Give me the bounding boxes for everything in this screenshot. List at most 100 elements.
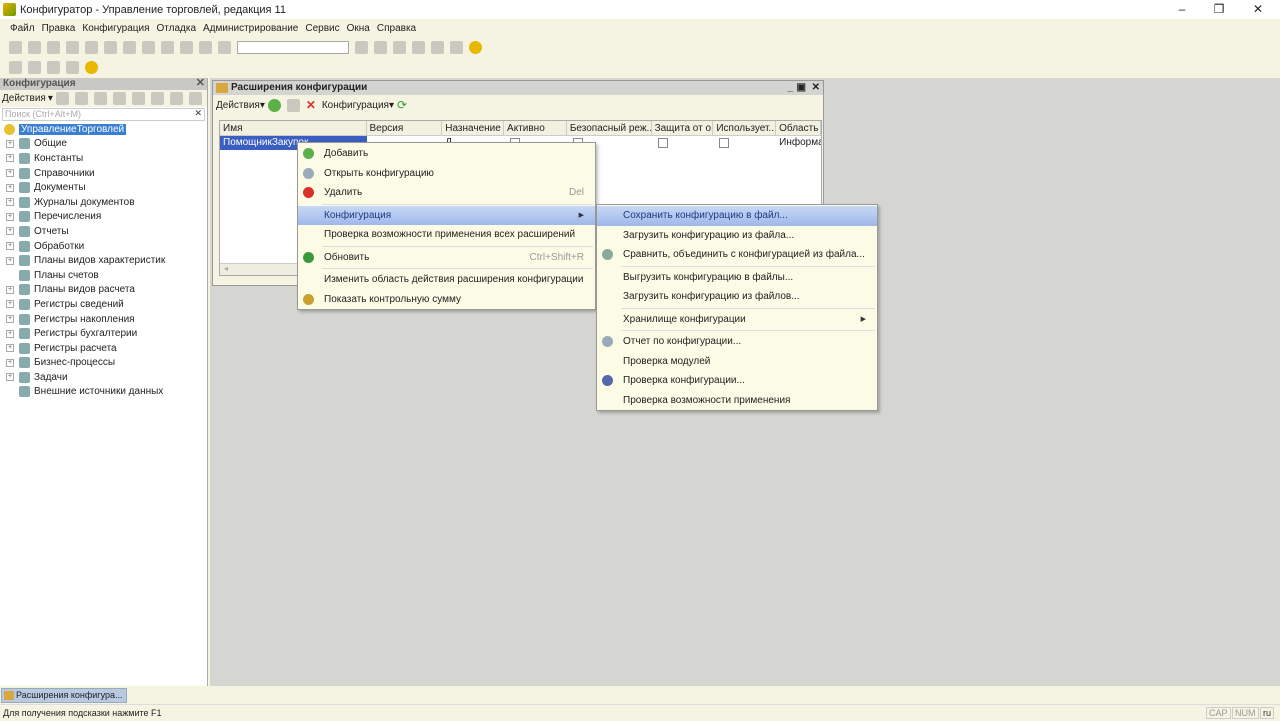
- maximize-button[interactable]: ❐: [1199, 0, 1239, 19]
- menu-item[interactable]: Загрузить конфигурацию из файла...: [597, 226, 877, 246]
- menu-item[interactable]: Показать контрольную сумму: [298, 290, 595, 310]
- expand-icon[interactable]: +: [6, 256, 14, 265]
- menu-2[interactable]: Конфигурация: [82, 23, 149, 34]
- menu-item[interactable]: Отчет по конфигурации...: [597, 332, 877, 352]
- close-panel-icon[interactable]: ✕: [196, 77, 205, 89]
- tree-item[interactable]: + Задачи: [0, 370, 207, 385]
- search-combo[interactable]: [237, 41, 349, 54]
- copy-icon[interactable]: [93, 92, 107, 105]
- search-input[interactable]: Поиск (Ctrl+Alt+M) ✕: [2, 108, 205, 121]
- open-icon[interactable]: [286, 98, 300, 112]
- clear-search-icon[interactable]: ✕: [194, 108, 202, 119]
- expand-icon[interactable]: +: [6, 315, 14, 324]
- actions-menu[interactable]: Действия: [2, 93, 46, 104]
- tree-item[interactable]: + Регистры накопления: [0, 312, 207, 327]
- expand-icon[interactable]: +: [6, 358, 14, 367]
- run-debug-icon[interactable]: [85, 61, 98, 74]
- save-icon[interactable]: [47, 41, 60, 54]
- copy-icon[interactable]: [85, 41, 98, 54]
- menu-item[interactable]: Хранилище конфигурации ▶: [597, 310, 877, 330]
- expand-icon[interactable]: +: [6, 169, 14, 178]
- update-db-icon[interactable]: [47, 61, 60, 74]
- expand-icon[interactable]: +: [6, 344, 14, 353]
- column-header[interactable]: Защита от о...: [652, 121, 714, 135]
- tree-item[interactable]: + Отчеты: [0, 224, 207, 239]
- open-icon[interactable]: [28, 41, 41, 54]
- tree-item[interactable]: + Справочники: [0, 166, 207, 181]
- tree-item[interactable]: + Регистры расчета: [0, 341, 207, 356]
- move-down-icon[interactable]: [150, 92, 164, 105]
- cut-icon[interactable]: [66, 41, 79, 54]
- find-next-icon[interactable]: [355, 41, 368, 54]
- menu-6[interactable]: Окна: [347, 23, 370, 34]
- menu-1[interactable]: Правка: [42, 23, 76, 34]
- add-icon[interactable]: [55, 92, 69, 105]
- column-header[interactable]: Версия: [367, 121, 443, 135]
- menu-item[interactable]: Выгрузить конфигурацию в файлы...: [597, 268, 877, 288]
- tree-item[interactable]: Планы счетов: [0, 268, 207, 283]
- menu-0[interactable]: Файл: [10, 23, 35, 34]
- help-search-icon[interactable]: [431, 41, 444, 54]
- minimize-button[interactable]: –: [1162, 0, 1202, 19]
- taskbar-item-extensions[interactable]: Расширения конфигура...: [1, 688, 127, 703]
- language-indicator[interactable]: ru: [1260, 707, 1275, 719]
- tree-item[interactable]: + Регистры бухгалтерии: [0, 326, 207, 341]
- properties-icon[interactable]: [66, 61, 79, 74]
- menu-item[interactable]: Сравнить, объединить с конфигурацией из …: [597, 245, 877, 265]
- move-up-icon[interactable]: [131, 92, 145, 105]
- add-icon[interactable]: [267, 98, 281, 112]
- tree-item[interactable]: + Обработки: [0, 239, 207, 254]
- tree-item[interactable]: + Константы: [0, 151, 207, 166]
- expand-icon[interactable]: +: [6, 139, 14, 148]
- tree-item[interactable]: + Перечисления: [0, 210, 207, 225]
- menu-item[interactable]: Загрузить конфигурацию из файлов...: [597, 287, 877, 307]
- expand-icon[interactable]: +: [6, 212, 14, 221]
- menu-item[interactable]: Открыть конфигурацию: [298, 164, 595, 184]
- menu-item[interactable]: Обновить Ctrl+Shift+R: [298, 248, 595, 268]
- menu-item[interactable]: Изменить область действия расширения кон…: [298, 270, 595, 290]
- edit-icon[interactable]: [74, 92, 88, 105]
- new-icon[interactable]: [9, 41, 22, 54]
- menu-item[interactable]: Проверка возможности применения: [597, 391, 877, 411]
- tree-item[interactable]: Внешние источники данных: [0, 385, 207, 400]
- undo-icon[interactable]: [161, 41, 174, 54]
- filter-icon[interactable]: [188, 92, 202, 105]
- expand-icon[interactable]: +: [6, 154, 14, 163]
- print-icon[interactable]: [123, 41, 136, 54]
- tree-item[interactable]: + Регистры сведений: [0, 297, 207, 312]
- uses-checkbox[interactable]: [719, 138, 730, 148]
- configuration-menu[interactable]: Конфигурация: [322, 100, 389, 111]
- redo-icon[interactable]: [180, 41, 193, 54]
- menu-item[interactable]: Удалить Del: [298, 183, 595, 203]
- minimize-button[interactable]: _: [787, 81, 793, 95]
- column-header[interactable]: Безопасный реж...: [567, 121, 652, 135]
- expand-icon[interactable]: +: [6, 198, 14, 207]
- column-header[interactable]: Область: [776, 121, 821, 135]
- refresh-icon[interactable]: ⟳: [397, 98, 410, 112]
- expand-icon[interactable]: +: [6, 183, 14, 192]
- search-icon[interactable]: [218, 41, 231, 54]
- close-button[interactable]: ✕: [1238, 0, 1278, 19]
- delete-icon[interactable]: [112, 92, 126, 105]
- tree-item[interactable]: + Общие: [0, 137, 207, 152]
- column-header[interactable]: Имя: [220, 121, 367, 135]
- sort-icon[interactable]: [169, 92, 183, 105]
- menu-item[interactable]: Проверка модулей: [597, 352, 877, 372]
- paste-icon[interactable]: [104, 41, 117, 54]
- tree-item[interactable]: + Планы видов расчета: [0, 283, 207, 298]
- expand-icon[interactable]: +: [6, 329, 14, 338]
- maximize-button[interactable]: ▣: [797, 81, 806, 95]
- menu-5[interactable]: Сервис: [305, 23, 339, 34]
- tree-item[interactable]: + Планы видов характеристик: [0, 253, 207, 268]
- menu-item[interactable]: Сохранить конфигурацию в файл...: [597, 206, 877, 226]
- menu-item[interactable]: Проверка возможности применения всех рас…: [298, 225, 595, 245]
- protection-checkbox[interactable]: [657, 138, 668, 148]
- menu-item[interactable]: Проверка конфигурации...: [597, 371, 877, 391]
- expand-icon[interactable]: +: [6, 373, 14, 382]
- windows-icon[interactable]: [393, 41, 406, 54]
- expand-icon[interactable]: +: [6, 285, 14, 294]
- tree-item[interactable]: + Документы: [0, 180, 207, 195]
- config-window-icon[interactable]: [9, 61, 22, 74]
- tree-item[interactable]: + Журналы документов: [0, 195, 207, 210]
- close-button[interactable]: ✕: [812, 81, 820, 95]
